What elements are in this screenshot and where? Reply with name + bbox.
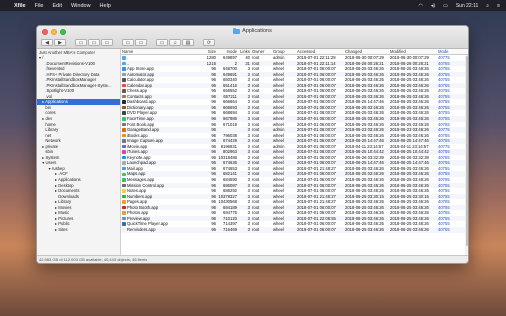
menu-bar: Xfile File Edit Window Help ◠ ◂) ▭ Sun 2… [0,0,506,11]
app-icon [122,122,126,127]
col-owner[interactable]: Owner [251,49,272,54]
app-icon [122,56,126,60]
document-button[interactable]: ▤ [182,38,194,46]
col-size[interactable]: Size [194,49,217,54]
app-icon [122,205,126,210]
app-icon [122,189,126,193]
col-mode[interactable]: Mode [437,49,458,54]
sidebar-items: ▾ / .DocumentRevisions-V100 .fseventsd .HFS… [37,55,120,233]
menu-window[interactable]: Window [71,3,91,9]
app-icon [122,89,126,93]
view-list-button[interactable]: ▭ [88,38,100,46]
list-icon[interactable]: ≡ [497,3,500,9]
menu-file[interactable]: File [35,3,44,9]
title-bar[interactable]: Applications ◀ ▶ ▭ ▭ ▭ ▭ ▭ ▭ ♫ ▤ ⟳ [37,26,468,49]
music-button[interactable]: ♫ [169,38,181,46]
app-icon [122,128,126,132]
scrollbar-thumb[interactable] [465,56,468,246]
app-icon [122,105,126,110]
app-icon [122,178,126,182]
image-button[interactable]: ▭ [156,38,168,46]
cell-inode: 671019 [223,121,237,127]
search-icon[interactable]: ⌕ [486,3,489,9]
battery-icon[interactable]: ▭ [443,3,448,9]
menu-extras: ◠ ◂) ▭ Sun 22:11 ⌕ ≡ [419,3,500,9]
app-icon [122,227,126,232]
app-icon [122,139,126,143]
app-icon [122,194,126,199]
wifi-icon[interactable]: ◠ [419,3,423,9]
status-bar: 42,983 GB of 112.003 GB available, 40,44… [37,255,468,263]
app-icon [122,161,126,165]
app-icon [122,111,126,115]
app-icon [122,211,126,215]
app-icon [122,67,126,71]
col-links[interactable]: Links [238,49,251,54]
cell-inode: 716469 [223,226,237,232]
file-list: Name Size Inode Links Owner Group Access… [121,49,468,255]
view-columns-button[interactable]: ▭ [101,38,113,46]
col-name[interactable]: Name [121,49,194,54]
sidebar-item[interactable]: ▸ Sites [37,227,120,233]
forward-button[interactable]: ▶ [54,38,66,46]
trash-button[interactable]: ▭ [135,38,147,46]
app-icon [122,78,126,82]
app-icon [122,172,126,176]
app-icon [122,144,126,149]
col-changed[interactable]: Changed [344,49,389,54]
app-icon [122,155,126,160]
file-name: Reminders.app [127,226,156,232]
app-icon [122,133,126,138]
col-inode[interactable]: Inode [217,49,238,54]
cell-name: Reminders.app [121,227,194,233]
cell-owner: root [252,226,260,232]
col-accessed[interactable]: Accessed [296,49,344,54]
cell-links: 3 [247,226,250,232]
app-icon [122,100,126,104]
menu-clock[interactable]: Sun 22:11 [456,3,478,9]
app-icon [122,72,126,77]
app-icon [122,83,126,88]
copy-button[interactable]: ▭ [122,38,134,46]
cell-accessed: 2018-07-01 06:00:07 [297,226,336,232]
app-icon [122,150,126,154]
app-icon [122,94,126,99]
app-icon [122,200,126,204]
window-title-text: Applications [242,28,272,34]
toolbar: ◀ ▶ ▭ ▭ ▭ ▭ ▭ ▭ ♫ ▤ ⟳ [37,37,468,47]
app-icon [122,166,126,171]
table-row[interactable]: Reminders.app 96 716469 3 root wheel 2018-07-0… [121,226,468,233]
folder-icon [233,27,241,34]
view-icons-button[interactable]: ▭ [75,38,87,46]
cell-size: 96 [211,226,216,232]
file-browser-window: Applications ◀ ▶ ▭ ▭ ▭ ▭ ▭ ▭ ♫ ▤ ⟳ Just … [36,25,469,264]
cell-mode: 40755 [438,226,450,232]
app-icon [122,216,126,221]
app-icon [122,61,126,66]
cell-changed: 2018-06-25 03:46:26 [345,226,384,232]
table-body: . 1280 649897 40 root admin 2018-07-01 22:11:2… [121,55,468,233]
cell-group: wheel [273,226,284,232]
sidebar-tree: Just Another MBA's Computer ▾ / .Document… [37,49,121,255]
menu-help[interactable]: Help [100,3,111,9]
app-icon [122,117,126,121]
cell-modified: 2018-06-25 03:46:26 [390,226,429,232]
refresh-button[interactable]: ⟳ [203,38,215,46]
app-icon [122,183,126,188]
window-title: Applications [37,27,468,34]
menu-edit[interactable]: Edit [53,3,62,9]
menu-app-name[interactable]: Xfile [14,3,26,9]
volume-icon[interactable]: ◂) [431,3,435,9]
back-button[interactable]: ◀ [41,38,53,46]
col-modified[interactable]: Modified [389,49,437,54]
app-icon [122,222,126,226]
col-group[interactable]: Group [272,49,296,54]
